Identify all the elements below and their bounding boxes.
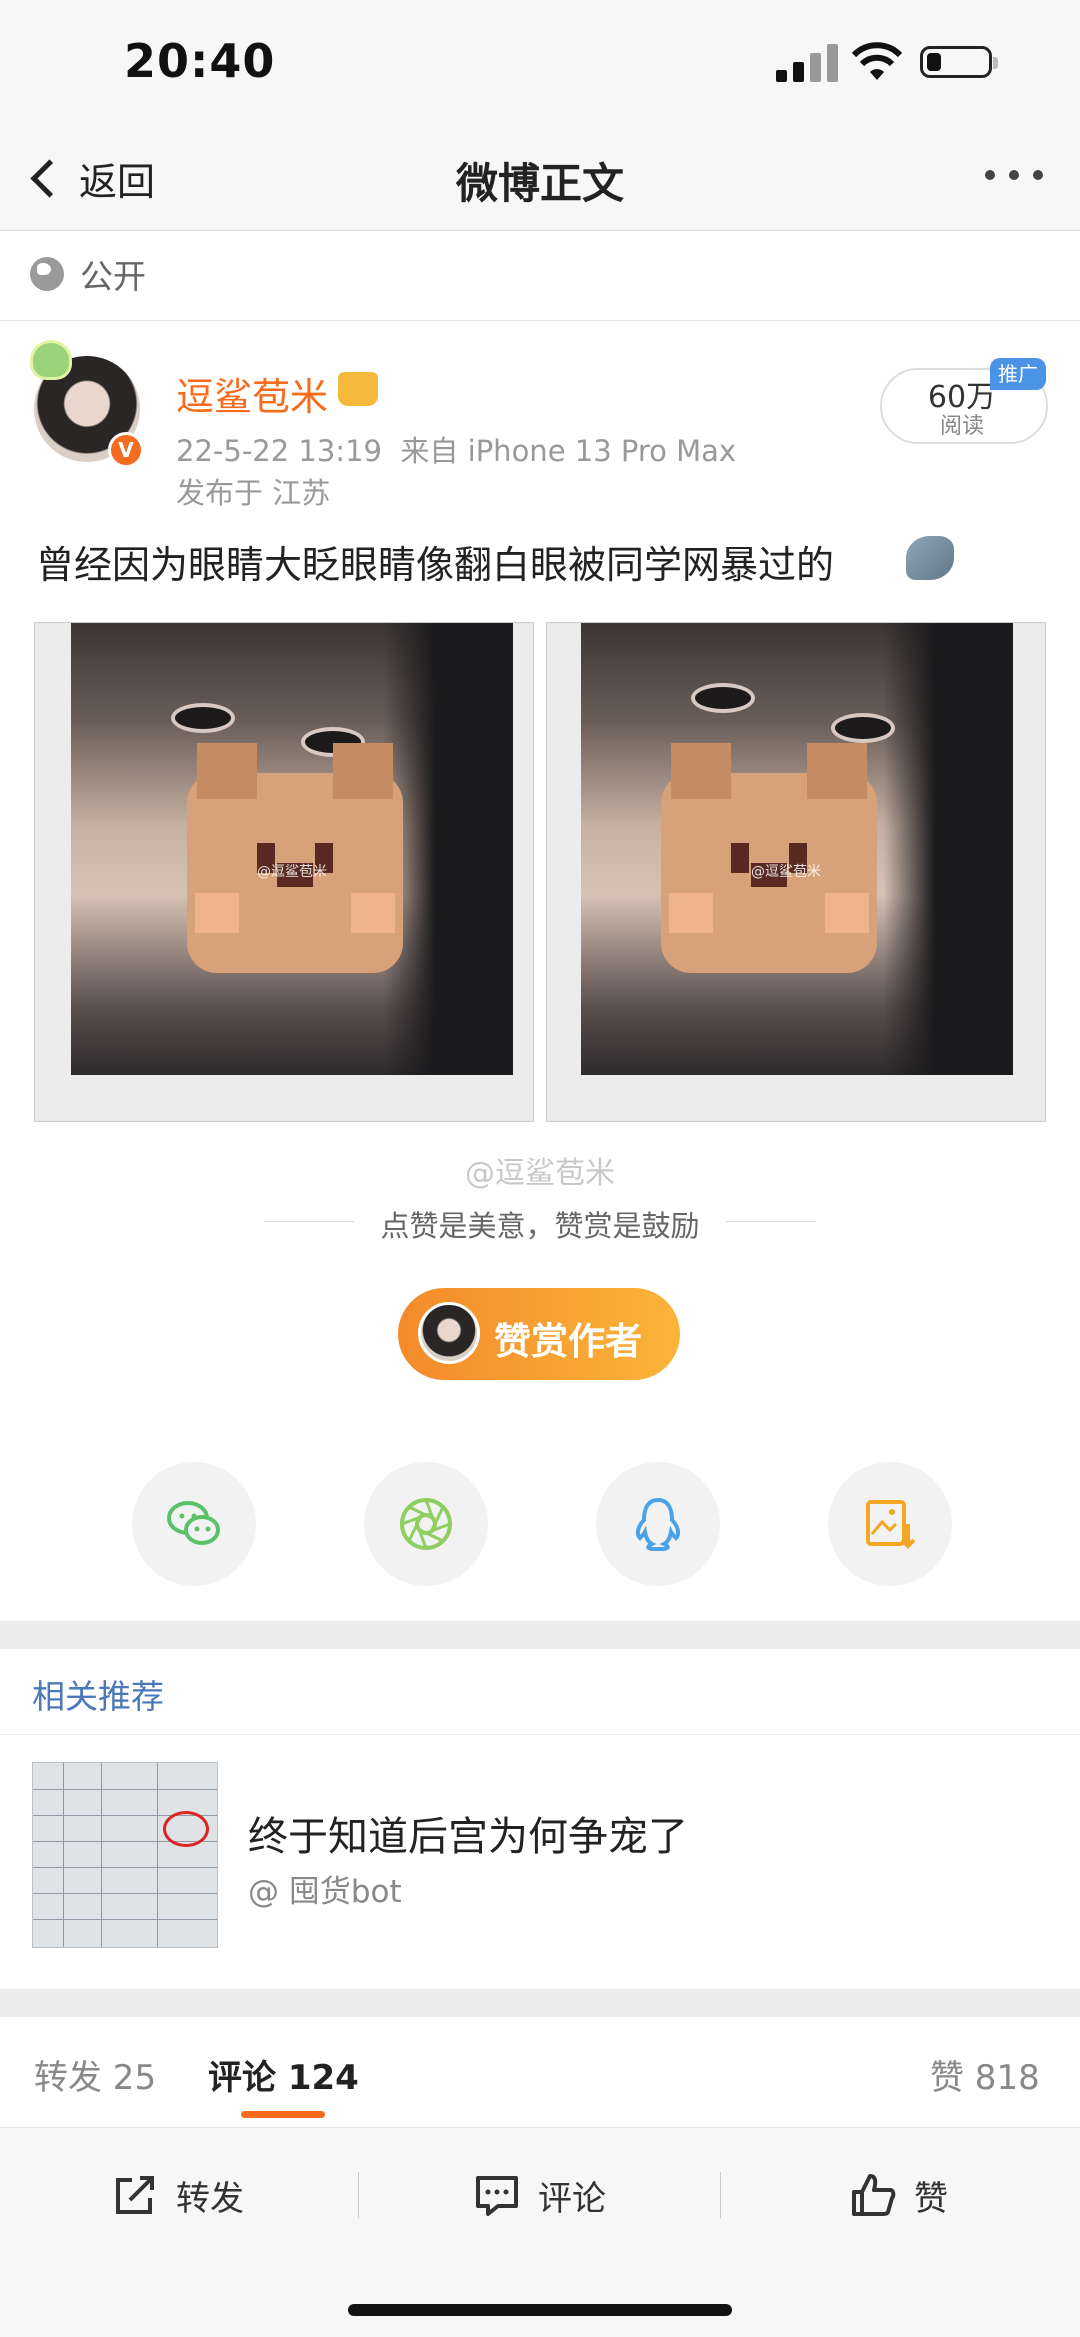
moments-icon [400,1498,452,1550]
author-name[interactable]: 逗鲨苞米 [176,366,328,421]
reward-avatar [418,1302,480,1364]
tab-comments[interactable]: 评论 124 [208,2050,359,2099]
tab-likes[interactable]: 赞 818 [930,2050,1040,2099]
like-button[interactable]: 赞 [850,2170,948,2220]
promo-badge[interactable]: 推广 [990,358,1046,390]
reward-button-label: 赞赏作者 [494,1320,642,1363]
repost-button[interactable]: 转发 [112,2170,244,2220]
post-image-2[interactable]: @逗鲨苞米 [546,622,1046,1122]
shark-emoji-icon [906,536,954,580]
tab-reposts[interactable]: 转发 25 [34,2050,156,2099]
post-location: 发布于 江苏 [176,476,331,510]
page-title: 微博正文 [455,159,624,208]
comment-label: 评论 [538,2178,606,2219]
related-thumbnail[interactable] [32,1762,218,1948]
photo-watermark: @逗鲨苞米 [257,864,327,880]
more-options-icon[interactable] [985,170,1045,182]
thumbs-up-icon [852,2174,896,2216]
post-timestamp: 22-5-22 13:19 [176,434,382,468]
like-label: 赞 [914,2178,948,2219]
comment-button[interactable]: 评论 [474,2170,606,2220]
battery-icon [920,46,998,78]
save-image-icon [866,1500,916,1549]
repost-label: 转发 [176,2178,244,2219]
reward-tagline: 点赞是美意，赞赏是鼓励 [380,1209,700,1243]
divider [0,1734,1080,1735]
cellular-signal-icon [776,42,842,82]
photo-watermark: @逗鲨苞米 [751,864,821,880]
related-source[interactable]: @ 囤货bot [248,1866,402,1911]
active-tab-indicator [241,2111,325,2118]
visibility-indicator: 公开 [30,250,146,298]
repost-icon [116,2176,154,2214]
member-crown-icon[interactable] [338,372,378,406]
section-gap [0,1621,1080,1649]
divider [0,320,1080,321]
globe-icon [30,257,64,291]
divider [720,2172,721,2218]
avatar-pendant-icon [30,340,72,380]
image-watermark: @逗鲨苞米 [465,1156,615,1191]
share-wechat-button[interactable] [132,1462,256,1586]
comment-icon [476,2176,518,2216]
stats-tabs [0,2017,1080,2127]
post-meta: 22-5-22 13:19 来自 iPhone 13 Pro Max [176,428,736,470]
section-gap [0,1989,1080,2017]
post-image-1[interactable]: @逗鲨苞米 [34,622,534,1122]
post-text: 曾经因为眼睛大眨眼睛像翻白眼被同学网暴过的 [36,543,835,587]
qq-icon [635,1497,681,1551]
status-time: 20:40 [124,34,276,88]
post-source: 来自 iPhone 13 Pro Max [400,434,737,468]
share-qq-button[interactable] [596,1462,720,1586]
visibility-label: 公开 [80,257,146,296]
verified-badge-icon: V [108,432,144,468]
read-label: 阅读 [939,414,984,439]
wifi-icon [850,40,904,84]
divider [358,2172,359,2218]
wechat-icon [167,1501,220,1545]
share-moments-button[interactable] [364,1462,488,1586]
related-title: 相关推荐 [32,1677,164,1716]
home-indicator[interactable] [348,2304,732,2316]
save-image-button[interactable] [828,1462,952,1586]
related-headline[interactable]: 终于知道后宫为何争宠了 [248,1804,688,1862]
